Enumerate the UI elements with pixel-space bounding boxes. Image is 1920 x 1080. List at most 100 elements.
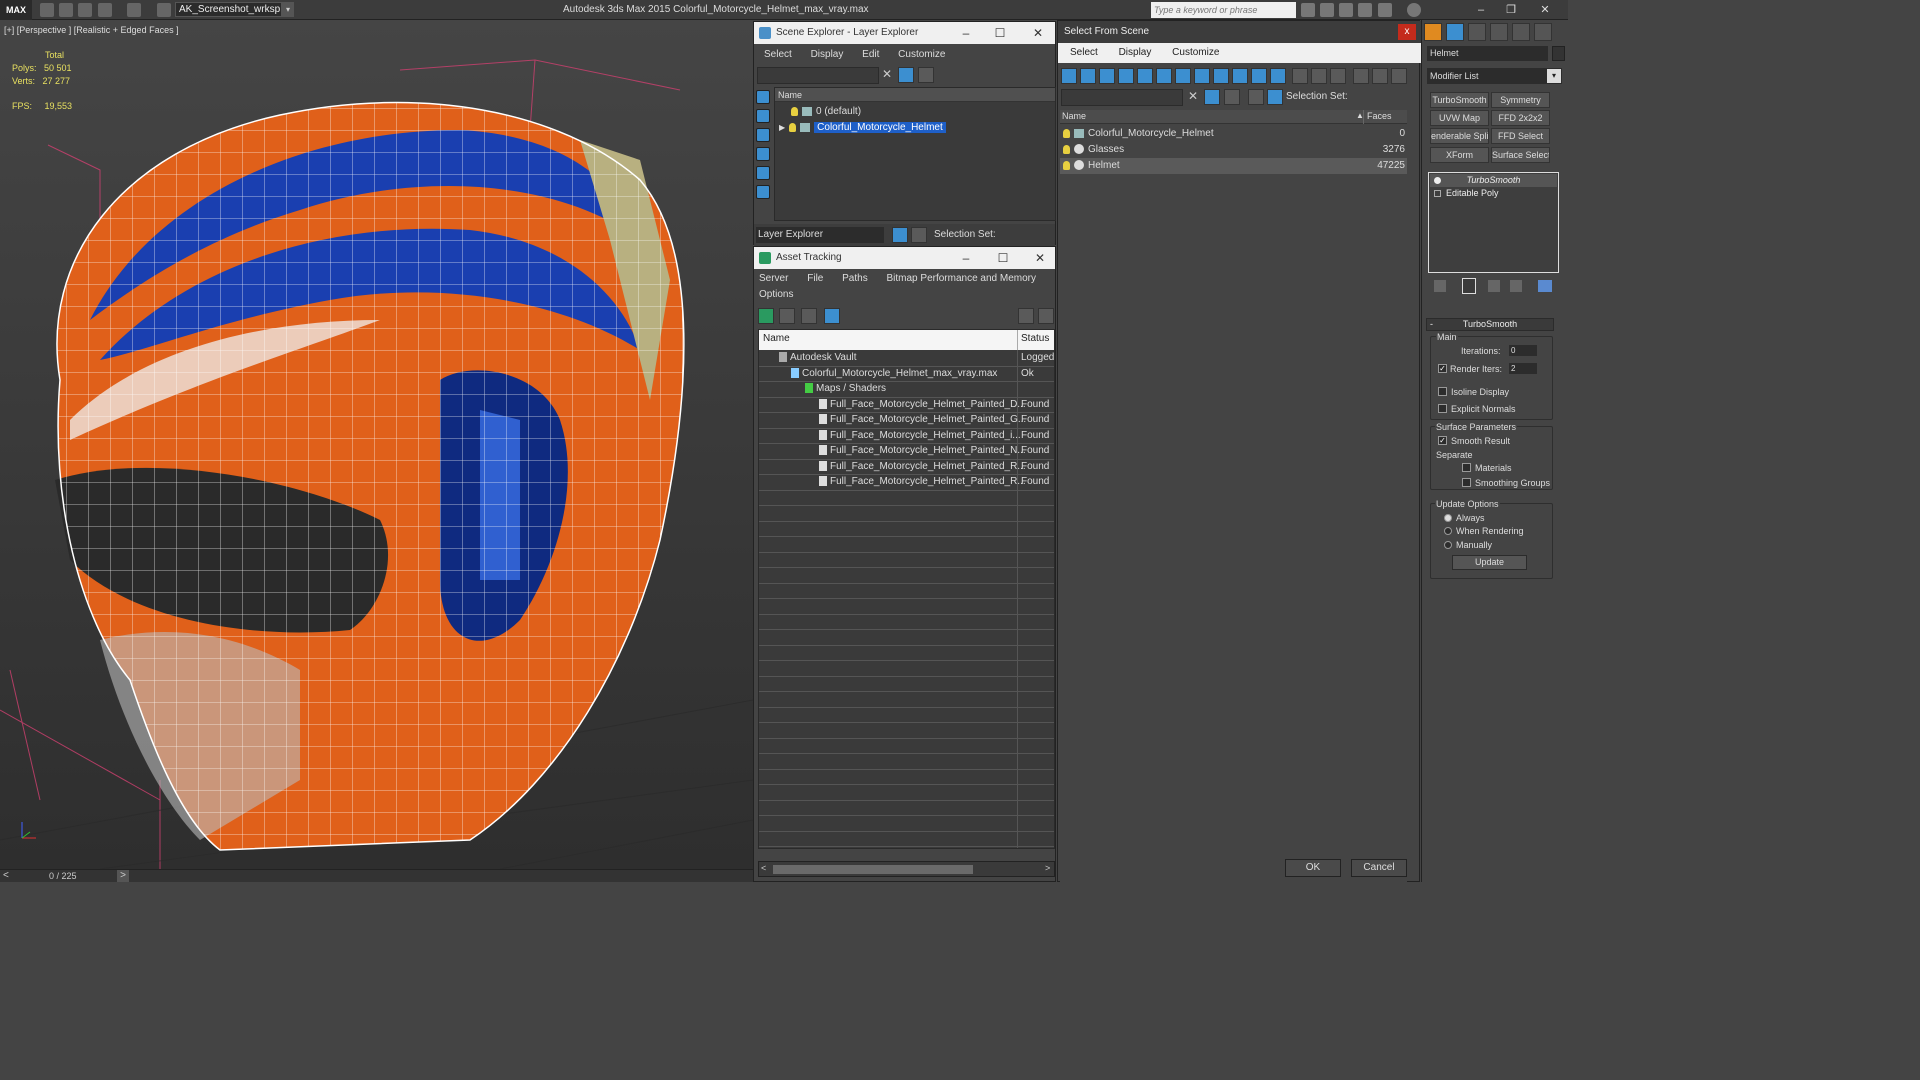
stack-item-editable-poly[interactable]: Editable Poly <box>1430 187 1557 200</box>
workspace-dropdown[interactable]: AK_Screenshot_wrksp <box>175 2 282 17</box>
select-invert-icon[interactable] <box>1330 68 1346 84</box>
star-icon[interactable] <box>1358 3 1372 17</box>
manually-radio[interactable] <box>1444 541 1452 549</box>
clear-filter-icon[interactable]: ✕ <box>882 67 892 81</box>
explicit-normals-checkbox[interactable] <box>1438 404 1447 413</box>
pin-stack-icon[interactable] <box>1434 280 1446 292</box>
maximize-icon[interactable]: ❐ <box>1496 1 1526 19</box>
binoculars-icon[interactable] <box>1301 3 1315 17</box>
help-icon[interactable] <box>1018 308 1034 324</box>
motion-tab-icon[interactable] <box>1490 23 1508 41</box>
minimize-icon[interactable]: – <box>952 22 980 44</box>
iterations-spinner[interactable]: 0 <box>1509 345 1537 356</box>
asset-row[interactable]: Maps / Shaders <box>759 381 1054 397</box>
asset-tracking-titlebar[interactable]: Asset Tracking – ☐ ✕ <box>754 247 1055 269</box>
select-none-icon[interactable] <box>1311 68 1327 84</box>
asset-row[interactable]: Full_Face_Motorcycle_Helmet_Painted_N...… <box>759 443 1054 459</box>
close-icon[interactable]: ✕ <box>1024 22 1052 44</box>
display-spacewarps-icon[interactable] <box>1156 68 1172 84</box>
display-xrefs-icon[interactable] <box>1194 68 1210 84</box>
thumbnail-view-icon[interactable] <box>801 308 817 324</box>
uvw-map-button[interactable]: UVW Map <box>1430 110 1489 126</box>
menu-server[interactable]: Server <box>759 273 788 284</box>
isoline-display-checkbox[interactable] <box>1438 387 1447 396</box>
filter-icon[interactable] <box>1353 68 1369 84</box>
time-slider[interactable]: < 0 / 225 > <box>0 869 753 882</box>
object-row-selected[interactable]: Helmet 47225 <box>1060 158 1407 174</box>
menu-bitmap-performance[interactable]: Bitmap Performance and Memory <box>887 273 1037 284</box>
display-geometry-icon[interactable] <box>756 147 770 161</box>
object-name-field[interactable]: Helmet <box>1427 46 1548 61</box>
cancel-button[interactable]: Cancel <box>1351 859 1407 877</box>
display-all-icon[interactable] <box>756 109 770 123</box>
when-rendering-radio[interactable] <box>1444 527 1452 535</box>
utilities-tab-icon[interactable] <box>1534 23 1552 41</box>
display-none-icon[interactable] <box>756 90 770 104</box>
new-file-icon[interactable] <box>40 3 54 17</box>
render-iters-checkbox[interactable]: ✓ <box>1438 364 1447 373</box>
stack-item-turbosmooth[interactable]: TurboSmooth <box>1430 174 1557 187</box>
light-bulb-icon[interactable] <box>791 106 798 116</box>
light-bulb-icon[interactable] <box>1063 128 1070 138</box>
menu-customize[interactable]: Customize <box>1172 47 1219 58</box>
asset-row[interactable]: Full_Face_Motorcycle_Helmet_Painted_G...… <box>759 412 1054 428</box>
expand-arrow-icon[interactable]: ▶ <box>779 123 785 132</box>
display-frozen-icon[interactable] <box>1251 68 1267 84</box>
layer-row-selected[interactable]: ▶ Colorful_Motorcycle_Helmet <box>775 120 1055 136</box>
object-row[interactable]: Glasses 3276 <box>1060 142 1407 158</box>
remove-modifier-icon[interactable] <box>1510 280 1522 292</box>
menu-select[interactable]: Select <box>1070 47 1098 58</box>
minimize-icon[interactable]: – <box>1466 1 1496 19</box>
filter-options-icon[interactable] <box>1372 68 1388 84</box>
object-color-swatch[interactable] <box>1552 46 1565 61</box>
display-containers-icon[interactable] <box>1232 68 1248 84</box>
layer-highlight-icon[interactable] <box>918 67 934 83</box>
display-groups-icon[interactable] <box>1175 68 1191 84</box>
subscription-icon[interactable] <box>1339 3 1353 17</box>
display-lights-icon[interactable] <box>1099 68 1115 84</box>
explorer-type-dropdown[interactable]: Layer Explorer <box>756 227 884 243</box>
layer-highlight-icon[interactable] <box>1224 89 1240 105</box>
menu-display[interactable]: Display <box>811 49 844 60</box>
scene-explorer-titlebar[interactable]: Scene Explorer - Layer Explorer – ☐ ✕ <box>754 22 1055 44</box>
select-from-scene-title[interactable]: Select From Scene <box>1058 21 1421 43</box>
open-file-icon[interactable] <box>59 3 73 17</box>
close-icon[interactable]: ✕ <box>1026 247 1054 269</box>
chevron-right-icon[interactable]: > <box>1045 863 1050 873</box>
turbosmooth-rollout-header[interactable]: - TurboSmooth <box>1426 318 1554 331</box>
redo-icon[interactable] <box>127 3 141 17</box>
ok-button[interactable]: OK <box>1285 859 1341 877</box>
project-folder-icon[interactable] <box>157 3 171 17</box>
asset-row[interactable]: Full_Face_Motorcycle_Helmet_Painted_D...… <box>759 397 1054 413</box>
surface-select-button[interactable]: Surface Select <box>1491 147 1550 163</box>
asset-row[interactable]: Full_Face_Motorcycle_Helmet_Painted_R...… <box>759 459 1054 475</box>
symmetry-button[interactable]: Symmetry <box>1491 92 1550 108</box>
display-hidden-icon[interactable] <box>1270 68 1286 84</box>
object-row[interactable]: Colorful_Motorcycle_Helmet 0 <box>1060 126 1407 142</box>
scrollbar-thumb[interactable] <box>773 865 973 874</box>
column-header-status[interactable]: Status <box>1021 333 1049 344</box>
help-icon[interactable] <box>1407 3 1421 17</box>
menu-paths[interactable]: Paths <box>842 273 868 284</box>
light-bulb-icon[interactable] <box>1063 160 1070 170</box>
hierarchy-tab-icon[interactable] <box>1468 23 1486 41</box>
chevron-down-icon[interactable]: ▾ <box>282 2 294 17</box>
select-all-icon[interactable] <box>1292 68 1308 84</box>
chevron-left-icon[interactable]: < <box>3 870 9 881</box>
layer-mode-icon[interactable] <box>892 227 908 243</box>
render-iters-spinner[interactable]: 2 <box>1509 363 1537 374</box>
display-shapes-icon[interactable] <box>756 166 770 180</box>
settings-icon[interactable] <box>1038 308 1054 324</box>
perspective-viewport[interactable]: [+] [Perspective ] [Realistic + Edged Fa… <box>0 20 753 869</box>
menu-file[interactable]: File <box>807 273 823 284</box>
asset-row[interactable]: Colorful_Motorcycle_Helmet_max_vray.max O… <box>759 366 1054 382</box>
asset-row[interactable]: Autodesk Vault Logged <box>759 350 1054 366</box>
list-view-icon[interactable] <box>779 308 795 324</box>
light-bulb-icon[interactable] <box>789 122 797 132</box>
create-tab-icon[interactable] <box>1424 23 1442 41</box>
horizontal-scrollbar[interactable]: < > <box>758 861 1055 877</box>
menu-display[interactable]: Display <box>1119 47 1152 58</box>
maximize-icon[interactable]: ☐ <box>989 247 1017 269</box>
scene-filter-input[interactable] <box>757 67 879 84</box>
modify-tab-icon[interactable] <box>1446 23 1464 41</box>
